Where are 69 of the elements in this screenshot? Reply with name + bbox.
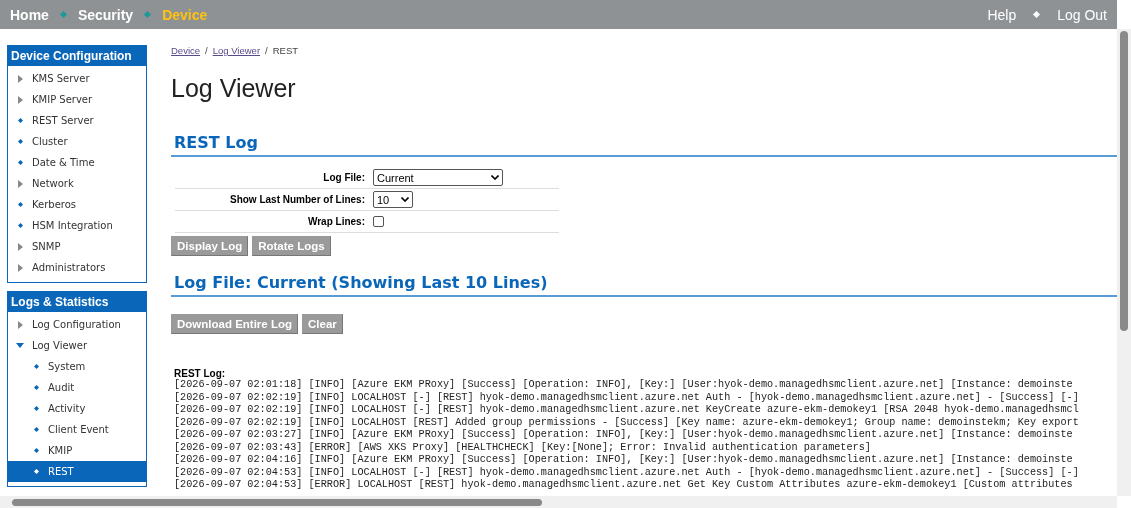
chevron-down-icon (401, 197, 409, 202)
log-line: [2026-09-07 02:03:27] [INFO] [Azure EKM PRoxy] [Success] [Operation: INFO], [Key:] [User:hyok-demo.managedhsmclient.azure.net] [Instance: demoinste (174, 429, 1074, 442)
diamond-bullet-icon (33, 364, 39, 369)
diamond-separator-icon (144, 10, 152, 19)
sidebar-item[interactable]: REST (8, 461, 146, 482)
diamond-separator-icon (59, 10, 67, 19)
caret-right-icon (17, 74, 23, 83)
sidebar-item[interactable]: Log Configuration (8, 314, 146, 335)
caret-right-icon (17, 263, 23, 272)
sidebar-item[interactable]: Cluster (8, 131, 146, 152)
sidebar-item[interactable]: Kerberos (8, 194, 146, 215)
breadcrumb-current: REST (272, 45, 299, 56)
field-label: Wrap Lines: (306, 216, 365, 227)
sidebar-item[interactable]: Activity (8, 398, 146, 419)
dropdown-field[interactable]: Current (373, 169, 503, 186)
caret-right-icon (17, 242, 23, 251)
log-line: [2026-09-07 02:02:19] [INFO] LOCALHOST [-] [REST] hyok-demo.managedhsmclient.azure.net KeyCreate azure-ekm-demokey1 [RSA 2048 hyok-demo.managedhsmcl (174, 404, 1080, 417)
field-label: Log File: (322, 172, 365, 183)
log-line: [2026-09-07 02:03:43] [ERROR] [AWS XKS Proxy] [HEALTHCHECK] [Key:[None]; Error: Invalid authentication parameters] (174, 441, 872, 454)
field-label: Show Last Number of Lines: (229, 194, 365, 205)
horizontal-scrollbar[interactable] (0, 496, 1117, 508)
sidebar-item[interactable]: Network (8, 173, 146, 194)
sidebar-item[interactable]: KMIP Server (8, 89, 146, 110)
breadcrumb-separator: / (265, 45, 268, 56)
sidebar-item[interactable]: Log Viewer (8, 335, 146, 356)
diamond-bullet-icon (17, 223, 23, 228)
caret-right-icon (17, 179, 23, 188)
sidebar-item[interactable]: System (8, 356, 146, 377)
log-line: [2026-09-07 02:04:16] [INFO] [Azure EKM PRoxy] [Success] [Operation: INFO], [Key:] [User:hyok-demo.managedhsmclient.azure.net] [Instance: demoinste (174, 454, 1074, 467)
caret-right-icon (17, 95, 23, 104)
log-line: [2026-09-07 02:02:19] [INFO] LOCALHOST [REST] Added group permissions - [Success] [Key name: azure-ekm-demokey1; Group name: demoinstekm; Key export (174, 416, 1080, 429)
vertical-scrollbar[interactable] (1117, 29, 1131, 496)
section-heading: REST Log (171, 133, 1117, 157)
page-title: Log Viewer (171, 74, 297, 103)
breadcrumb-link[interactable]: Device (171, 45, 201, 56)
sidebar-item[interactable]: SNMP (8, 236, 146, 257)
breadcrumb-link[interactable]: Log Viewer (212, 45, 261, 56)
diamond-bullet-icon (17, 160, 23, 165)
sidebar-item[interactable]: KMIP (8, 440, 146, 461)
log-line: [2026-09-07 02:01:18] [INFO] [Azure EKM PRoxy] [Success] [Operation: INFO], [Key:] [User:hyok-demo.managedhsmclient.azure.net] [Instance: demoinste (174, 379, 1074, 392)
log-title: REST Log: (174, 368, 226, 379)
sidebar-item[interactable]: Client Event (8, 419, 146, 440)
diamond-bullet-icon (33, 385, 39, 390)
sidebar-item[interactable]: Administrators (8, 257, 146, 278)
diamond-bullet-icon (17, 118, 23, 123)
diamond-bullet-icon (17, 202, 23, 207)
caret-down-icon (16, 343, 24, 348)
sidebar-panel-title: Logs & Statistics (8, 292, 146, 312)
section-heading: Log File: Current (Showing Last 10 Lines) (171, 273, 1117, 297)
log-line: [2026-09-07 02:04:53] [ERROR] LOCALHOST [REST] hyok-demo.managedhsmclient.azure.net Get Key Custom Attributes azure-ekm-demokey1 [Custom attributes (174, 479, 1074, 492)
diamond-bullet-icon (33, 406, 39, 411)
sidebar-item[interactable]: REST Server (8, 110, 146, 131)
dropdown-field[interactable]: 10 (373, 191, 413, 208)
breadcrumb-separator: / (205, 45, 208, 56)
diamond-bullet-icon (33, 448, 39, 453)
sidebar-item[interactable]: KMS Server (8, 68, 146, 89)
sidebar-item[interactable]: Audit (8, 377, 146, 398)
caret-right-icon (17, 320, 23, 329)
diamond-separator-icon (1033, 10, 1041, 19)
sidebar-item[interactable]: HSM Integration (8, 215, 146, 236)
sidebar-panel-title: Device Configuration (8, 46, 146, 66)
chevron-down-icon (491, 175, 499, 180)
log-line: [2026-09-07 02:02:19] [INFO] LOCALHOST [-] [REST] hyok-demo.managedhsmclient.azure.net Auth - [hyok-demo.managedhsmclient.azure.net] - [Success] [-] (174, 391, 1080, 404)
diamond-bullet-icon (33, 469, 39, 474)
checkbox[interactable] (373, 216, 384, 227)
log-line: [2026-09-07 02:04:53] [INFO] LOCALHOST [-] [REST] hyok-demo.managedhsmclient.azure.net Auth - [hyok-demo.managedhsmclient.azure.net] - [Success] [-] (174, 466, 1080, 479)
diamond-bullet-icon (33, 427, 39, 432)
diamond-bullet-icon (17, 139, 23, 144)
sidebar-item[interactable]: Date & Time (8, 152, 146, 173)
